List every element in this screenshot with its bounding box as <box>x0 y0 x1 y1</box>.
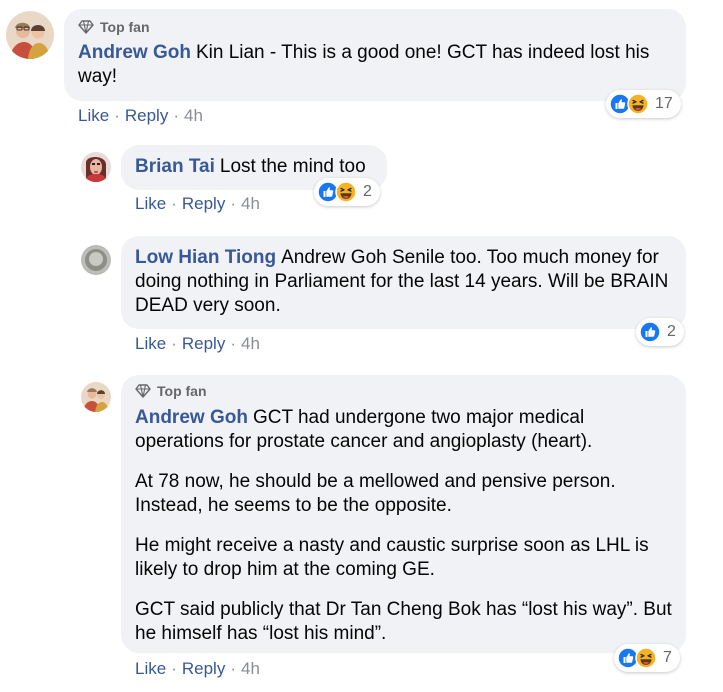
badge-label: Top fan <box>100 19 150 35</box>
comment-bubble: Top fan Andrew Goh GCT had undergone two … <box>121 375 686 653</box>
reply-button[interactable]: Reply <box>182 659 225 679</box>
like-button[interactable]: Like <box>135 194 166 214</box>
separator: · <box>171 194 177 213</box>
separator: · <box>230 194 236 213</box>
diamond-icon <box>135 384 151 398</box>
reaction-count: 2 <box>667 323 676 340</box>
comment-paragraph: Andrew Goh GCT had undergone two major me… <box>135 406 672 454</box>
comment-bubble: Low Hian Tiong Andrew Goh Senile too. Too… <box>121 236 686 329</box>
timestamp[interactable]: 4h <box>184 106 203 126</box>
author-name[interactable]: Andrew Goh <box>78 42 191 63</box>
separator: · <box>171 659 177 678</box>
reply-button[interactable]: Reply <box>182 194 225 214</box>
reaction-count: 7 <box>663 649 672 666</box>
comment-paragraph: He might receive a nasty and caustic sur… <box>135 535 649 580</box>
reactions-pill[interactable]: 2 <box>314 178 380 206</box>
comment-text: Low Hian Tiong Andrew Goh Senile too. Too… <box>135 246 672 318</box>
comment-text: Andrew Goh GCT had undergone two major me… <box>135 406 672 646</box>
comment-actions: Like · Reply · 4h <box>135 334 260 354</box>
haha-icon <box>627 93 649 115</box>
reaction-count: 17 <box>655 95 673 112</box>
separator: · <box>171 334 177 353</box>
reactions-pill[interactable]: 17 <box>606 90 681 118</box>
diamond-icon <box>78 20 94 34</box>
reply-button[interactable]: Reply <box>182 334 225 354</box>
separator: · <box>114 106 120 125</box>
haha-icon <box>335 181 357 203</box>
author-name[interactable]: Andrew Goh <box>135 407 248 428</box>
separator: · <box>173 106 179 125</box>
comment-paragraph: GCT said publicly that Dr Tan Cheng Bok … <box>135 599 672 644</box>
comment-body: Lost the mind too <box>219 156 366 177</box>
comment-actions: Like · Reply · 4h <box>78 106 203 126</box>
haha-icon <box>635 647 657 669</box>
avatar[interactable] <box>81 152 111 182</box>
like-button[interactable]: Like <box>135 334 166 354</box>
comment-text: Brian Tai Lost the mind too <box>135 155 373 179</box>
comment-actions: Like · Reply · 4h <box>135 659 260 679</box>
avatar[interactable] <box>81 382 111 412</box>
author-name[interactable]: Low Hian Tiong <box>135 247 276 268</box>
separator: · <box>230 659 236 678</box>
reply-button[interactable]: Reply <box>125 106 168 126</box>
reactions-pill[interactable]: 7 <box>614 644 680 672</box>
avatar[interactable] <box>6 11 54 59</box>
comment-paragraph: At 78 now, he should be a mellowed and p… <box>135 471 616 516</box>
separator: · <box>230 334 236 353</box>
top-fan-badge: Top fan <box>135 382 672 400</box>
like-button[interactable]: Like <box>78 106 109 126</box>
comment-text: Andrew Goh Kin Lian - This is a good one!… <box>78 41 672 89</box>
author-name[interactable]: Brian Tai <box>135 156 215 177</box>
comment-actions: Like · Reply · 4h <box>135 194 260 214</box>
timestamp[interactable]: 4h <box>241 334 260 354</box>
like-button[interactable]: Like <box>135 659 166 679</box>
comment-bubble: Top fan Andrew Goh Kin Lian - This is a g… <box>64 9 686 101</box>
timestamp[interactable]: 4h <box>241 659 260 679</box>
reactions-pill[interactable]: 2 <box>636 318 684 346</box>
reaction-count: 2 <box>363 183 372 200</box>
top-fan-badge: Top fan <box>78 18 672 36</box>
avatar[interactable] <box>81 245 111 275</box>
timestamp[interactable]: 4h <box>241 194 260 214</box>
badge-label: Top fan <box>157 383 207 399</box>
like-icon <box>639 321 661 343</box>
